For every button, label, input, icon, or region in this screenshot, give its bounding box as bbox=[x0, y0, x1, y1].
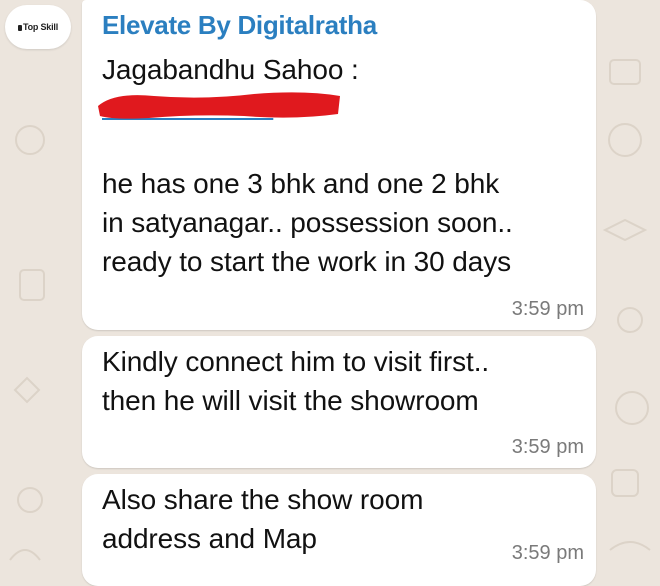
top-skill-logo: Top Skill bbox=[17, 22, 58, 32]
message-text-line: address and Map bbox=[102, 523, 317, 554]
message-timestamp: 3:59 pm bbox=[511, 542, 584, 564]
message-timestamp: 3:59 pm bbox=[511, 436, 584, 458]
sender-avatar[interactable]: Top Skill bbox=[5, 5, 71, 49]
phone-number-link[interactable]: +91 ••••••••••24 bbox=[98, 92, 362, 126]
message-text-line: ready to start the work in 30 days bbox=[102, 246, 512, 277]
message-bubble[interactable]: Kindly connect him to visit first.. then… bbox=[82, 336, 596, 468]
message-text-line: he has one 3 bhk and one 2 bhk bbox=[102, 168, 500, 199]
message-text-line: then he will visit the showroom bbox=[102, 385, 479, 416]
message-bubble[interactable]: Elevate By Digitalratha Jagabandhu Sahoo… bbox=[82, 0, 596, 330]
message-text-line: in satyanagar.. possession soon.. bbox=[102, 207, 513, 238]
message-timestamp: 3:59 pm bbox=[511, 298, 584, 320]
sender-name[interactable]: Elevate By Digitalratha bbox=[102, 10, 377, 41]
message-text-line: Kindly connect him to visit first.. bbox=[102, 346, 490, 377]
redaction-mark bbox=[98, 92, 340, 119]
message-text-line: Also share the show room bbox=[102, 484, 424, 515]
message-bubble[interactable]: Also share the show room address and Map… bbox=[82, 474, 596, 586]
message-text-line: Jagabandhu Sahoo : bbox=[102, 54, 359, 85]
